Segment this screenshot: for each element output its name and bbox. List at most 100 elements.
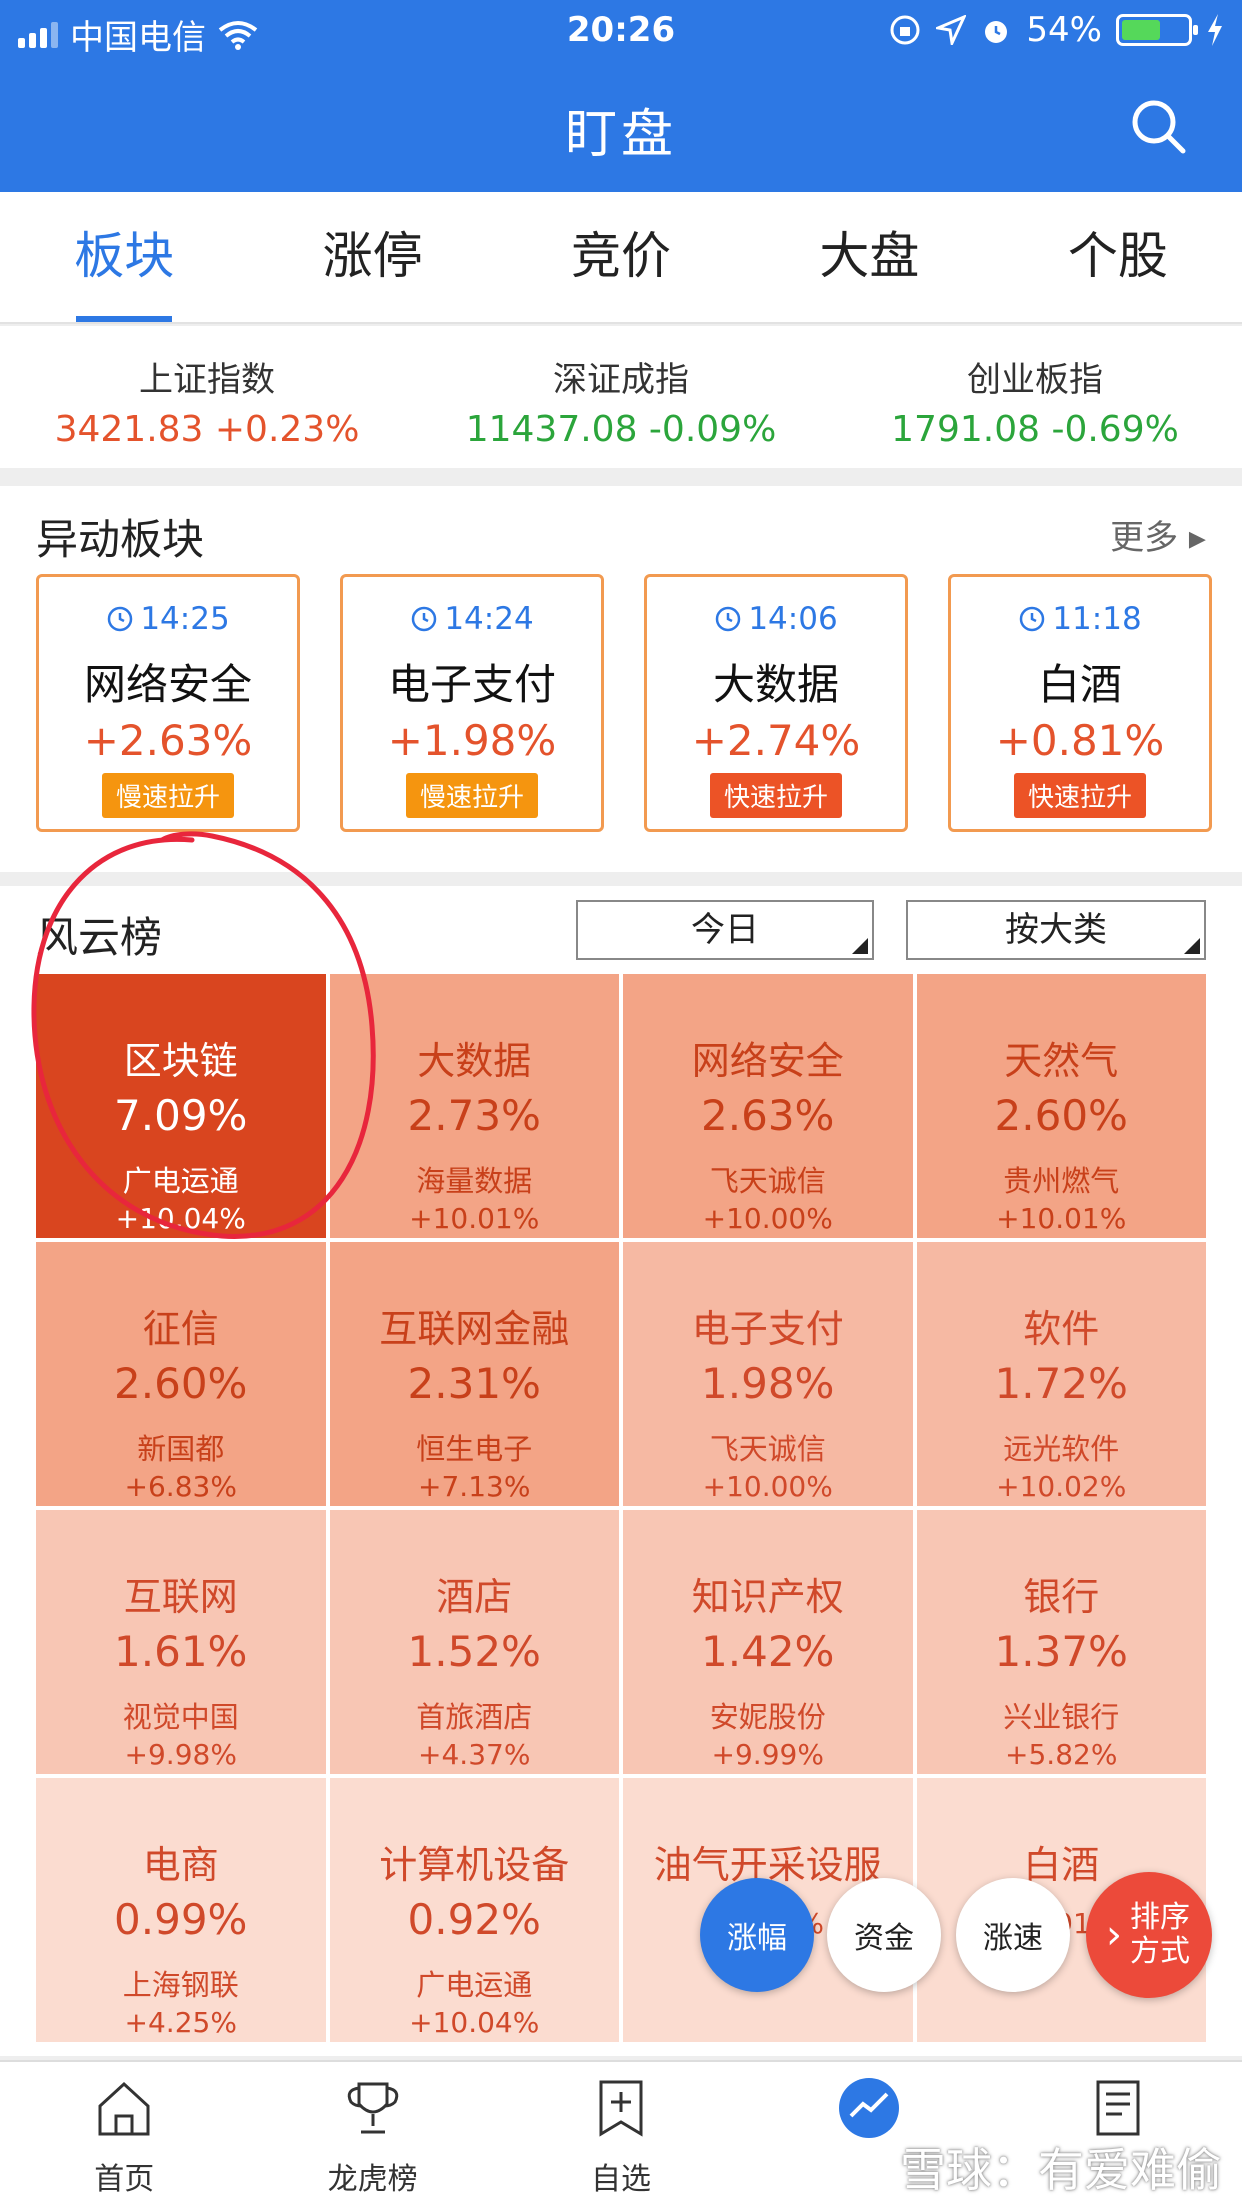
sector-pct: 2.73% xyxy=(407,1091,541,1140)
sector-pct: 2.31% xyxy=(407,1359,541,1408)
sector-name: 计算机设备 xyxy=(379,1843,570,1887)
leading-stock-gain: +10.01% xyxy=(996,1202,1127,1235)
sector-name: 天然气 xyxy=(1004,1039,1119,1083)
index-chinext[interactable]: 创业板指 1791.08 -0.69% xyxy=(828,326,1242,468)
sector-cell[interactable]: 征信 2.60% 新国都 +6.83% xyxy=(36,1242,326,1506)
sort-by-gain-button[interactable]: 涨幅 xyxy=(700,1878,814,1992)
sort-by-speed-button[interactable]: 涨速 xyxy=(956,1878,1070,1992)
index-name: 创业板指 xyxy=(967,360,1103,400)
dropdown-corner-icon xyxy=(1184,938,1200,954)
page-title: 盯盘 xyxy=(564,105,677,165)
alert-card[interactable]: 14:06 大数据 +2.74% 快速拉升 xyxy=(644,574,908,832)
sector-pct: 2.60% xyxy=(114,1359,248,1408)
alert-time: 14:24 xyxy=(343,601,601,637)
nav-label: 龙虎榜 xyxy=(327,2162,418,2197)
search-icon[interactable] xyxy=(1128,96,1188,156)
index-shenzhen[interactable]: 深证成指 11437.08 -0.09% xyxy=(414,326,828,468)
alert-card[interactable]: 14:25 网络安全 +2.63% 慢速拉升 xyxy=(36,574,300,832)
alert-tag: 慢速拉升 xyxy=(405,773,538,818)
trophy-icon xyxy=(347,2082,398,2134)
home-icon xyxy=(98,2081,150,2136)
leading-stock-gain: +10.00% xyxy=(702,1470,833,1503)
leading-stock: 兴业银行 xyxy=(1003,1700,1120,1734)
add-favorite-icon xyxy=(599,2080,643,2137)
sector-cell[interactable]: 软件 1.72% 远光软件 +10.02% xyxy=(916,1242,1206,1506)
leading-stock-gain: +4.25% xyxy=(124,2006,237,2039)
tab-stock[interactable]: 个股 xyxy=(994,192,1242,322)
index-name: 上证指数 xyxy=(139,360,275,400)
alarm-icon xyxy=(985,21,1008,43)
alert-time-label: 14:06 xyxy=(748,601,838,637)
sector-cell[interactable]: 电子支付 1.98% 飞天诚信 +10.00% xyxy=(623,1242,913,1506)
leading-stock: 上海钢联 xyxy=(122,1968,239,2002)
section-title: 异动板块 xyxy=(36,515,205,564)
sector-cell[interactable]: 天然气 2.60% 贵州燃气 +10.01% xyxy=(916,974,1206,1238)
more-link[interactable]: 更多 ▸ xyxy=(1110,510,1206,559)
sector-name: 电商 xyxy=(142,1843,219,1887)
alert-time-label: 14:24 xyxy=(444,601,534,637)
fab-label: 排序方式 xyxy=(1130,1900,1190,1969)
clock-icon xyxy=(108,606,133,632)
news-icon xyxy=(1096,2080,1140,2136)
sector-cell[interactable]: 大数据 2.73% 海量数据 +10.01% xyxy=(329,974,619,1238)
sector-cell[interactable]: 网络安全 2.63% 飞天诚信 +10.00% xyxy=(623,974,913,1238)
alert-sector-name: 大数据 xyxy=(712,660,839,709)
nav-dragon-tiger[interactable]: 龙虎榜 xyxy=(248,2062,496,2208)
sector-pct: 7.09% xyxy=(114,1091,248,1140)
battery-percent: 54% xyxy=(1026,10,1102,50)
sector-name: 酒店 xyxy=(436,1575,513,1619)
sector-pct: 1.72% xyxy=(994,1359,1128,1408)
sector-pct: 1.98% xyxy=(701,1359,835,1408)
leading-stock: 新国都 xyxy=(137,1432,225,1466)
leading-stock-gain: +10.02% xyxy=(996,1470,1127,1503)
dropdown-corner-icon xyxy=(852,938,868,954)
period-select[interactable]: 今日 xyxy=(576,900,874,960)
alert-card[interactable]: 11:18 白酒 +0.81% 快速拉升 xyxy=(948,574,1212,832)
sector-cell[interactable]: 酒店 1.52% 首旅酒店 +4.37% xyxy=(329,1510,619,1774)
sector-pct: 1.37% xyxy=(994,1627,1128,1676)
leading-stock-gain: +10.04% xyxy=(409,2006,540,2039)
leading-stock-gain: +10.04% xyxy=(115,1202,246,1235)
leading-stock-gain: +10.00% xyxy=(702,1202,833,1235)
category-select[interactable]: 按大类 xyxy=(906,900,1206,960)
chevron-right-icon: ▸ xyxy=(1188,518,1206,558)
sector-name: 互联网金融 xyxy=(379,1307,570,1351)
sector-cell[interactable]: 电商 0.99% 上海钢联 +4.25% xyxy=(36,1778,326,2042)
nav-label: 首页 xyxy=(94,2162,155,2197)
sector-cell[interactable]: 知识产权 1.42% 安妮股份 +9.99% xyxy=(623,1510,913,1774)
sector-name: 征信 xyxy=(142,1307,219,1351)
sector-name: 区块链 xyxy=(123,1039,238,1083)
sector-cell[interactable]: 互联网 1.61% 视觉中国 +9.98% xyxy=(36,1510,326,1774)
sector-name: 电子支付 xyxy=(691,1307,844,1351)
alert-time: 11:18 xyxy=(951,601,1209,637)
sector-pct: 2.60% xyxy=(994,1091,1128,1140)
sector-cell[interactable]: 互联网金融 2.31% 恒生电子 +7.13% xyxy=(329,1242,619,1506)
chevron-right-icon: › xyxy=(1106,1912,1122,1958)
tab-sector[interactable]: 板块 xyxy=(0,192,248,322)
sort-mode-button[interactable]: › 排序方式 xyxy=(1086,1872,1212,1998)
sector-name: 银行 xyxy=(1023,1575,1100,1619)
nav-home[interactable]: 首页 xyxy=(0,2062,248,2208)
index-shanghai[interactable]: 上证指数 3421.83 +0.23% xyxy=(0,326,414,468)
tab-limit-up[interactable]: 涨停 xyxy=(248,192,496,322)
leading-stock-gain: +6.83% xyxy=(124,1470,237,1503)
alert-sector-pct: +2.63% xyxy=(83,716,253,765)
sector-cell[interactable]: 计算机设备 0.92% 广电运通 +10.04% xyxy=(329,1778,619,2042)
leading-stock-gain: +5.82% xyxy=(1005,1738,1118,1771)
tab-market[interactable]: 大盘 xyxy=(745,192,993,322)
sector-name: 网络安全 xyxy=(691,1039,844,1083)
nav-watchlist[interactable]: 自选 xyxy=(497,2062,745,2208)
sector-cell[interactable]: 银行 1.37% 兴业银行 +5.82% xyxy=(916,1510,1206,1774)
alert-tag: 快速拉升 xyxy=(709,773,842,818)
leading-stock: 飞天诚信 xyxy=(709,1432,826,1466)
sector-pct: 1.42% xyxy=(701,1627,835,1676)
location-icon xyxy=(936,15,967,45)
alert-card[interactable]: 14:24 电子支付 +1.98% 慢速拉升 xyxy=(340,574,604,832)
tab-auction[interactable]: 竞价 xyxy=(497,192,745,322)
sort-by-capital-button[interactable]: 资金 xyxy=(827,1878,941,1992)
watermark: 雪球：有爱难偷 xyxy=(900,2143,1222,2197)
sector-cell[interactable]: 区块链 7.09% 广电运通 +10.04% xyxy=(36,974,326,1238)
battery-icon xyxy=(1116,14,1198,46)
category-select-value: 按大类 xyxy=(1005,910,1107,950)
leading-stock-gain: +4.37% xyxy=(418,1738,531,1771)
